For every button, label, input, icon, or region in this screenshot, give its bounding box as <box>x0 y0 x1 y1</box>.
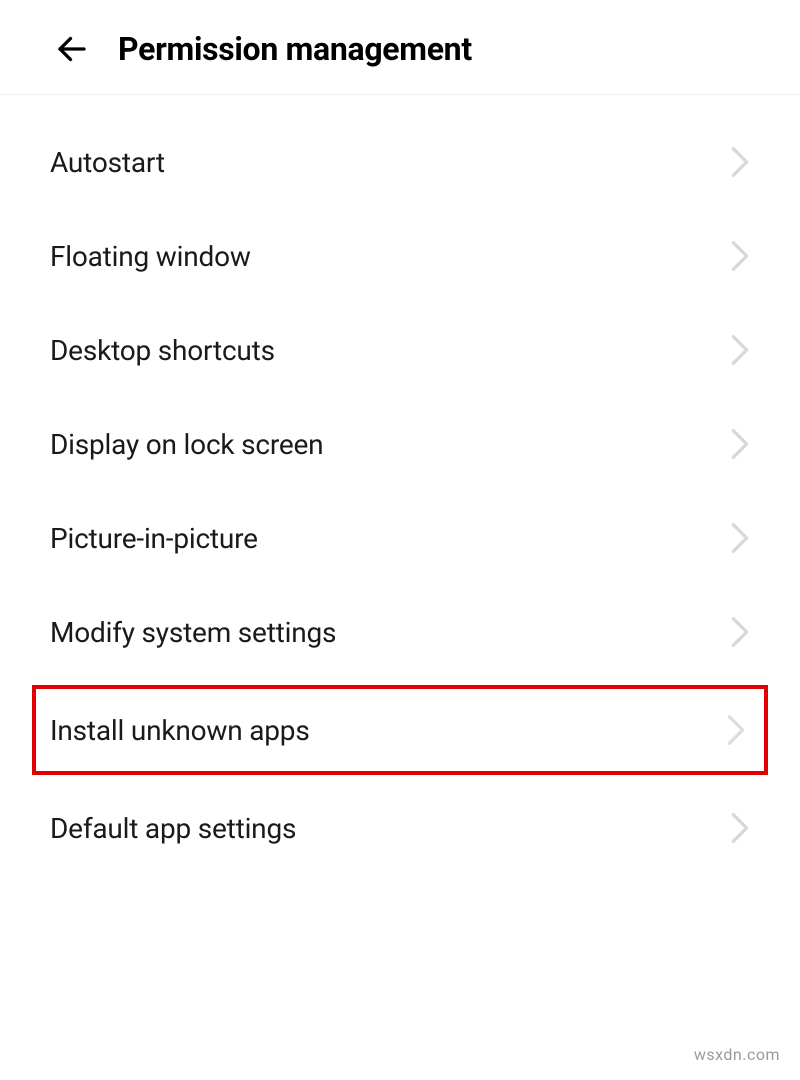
settings-list: Autostart Floating window Desktop shortc… <box>0 95 800 875</box>
watermark-text: wsxdn.com <box>694 1045 780 1064</box>
list-item-floating-window[interactable]: Floating window <box>0 209 800 303</box>
list-item-label: Install unknown apps <box>50 714 310 747</box>
list-item-modify-system-settings[interactable]: Modify system settings <box>0 585 800 679</box>
page-title: Permission management <box>118 30 472 68</box>
list-item-label: Picture-in-picture <box>50 522 258 555</box>
chevron-right-icon <box>730 239 750 273</box>
list-item-label: Desktop shortcuts <box>50 334 275 367</box>
list-item-desktop-shortcuts[interactable]: Desktop shortcuts <box>0 303 800 397</box>
chevron-right-icon <box>730 145 750 179</box>
chevron-right-icon <box>730 427 750 461</box>
list-item-picture-in-picture[interactable]: Picture-in-picture <box>0 491 800 585</box>
header-bar: Permission management <box>0 0 800 95</box>
chevron-right-icon <box>730 333 750 367</box>
list-item-autostart[interactable]: Autostart <box>0 115 800 209</box>
chevron-right-icon <box>726 713 746 747</box>
list-item-label: Display on lock screen <box>50 428 323 461</box>
chevron-right-icon <box>730 615 750 649</box>
back-icon[interactable] <box>54 31 90 67</box>
list-item-label: Autostart <box>50 146 165 179</box>
chevron-right-icon <box>730 521 750 555</box>
chevron-right-icon <box>730 811 750 845</box>
list-item-label: Modify system settings <box>50 616 336 649</box>
list-item-label: Floating window <box>50 240 251 273</box>
list-item-display-on-lock-screen[interactable]: Display on lock screen <box>0 397 800 491</box>
list-item-install-unknown-apps[interactable]: Install unknown apps <box>32 685 768 775</box>
list-item-label: Default app settings <box>50 812 296 845</box>
list-item-default-app-settings[interactable]: Default app settings <box>0 781 800 875</box>
